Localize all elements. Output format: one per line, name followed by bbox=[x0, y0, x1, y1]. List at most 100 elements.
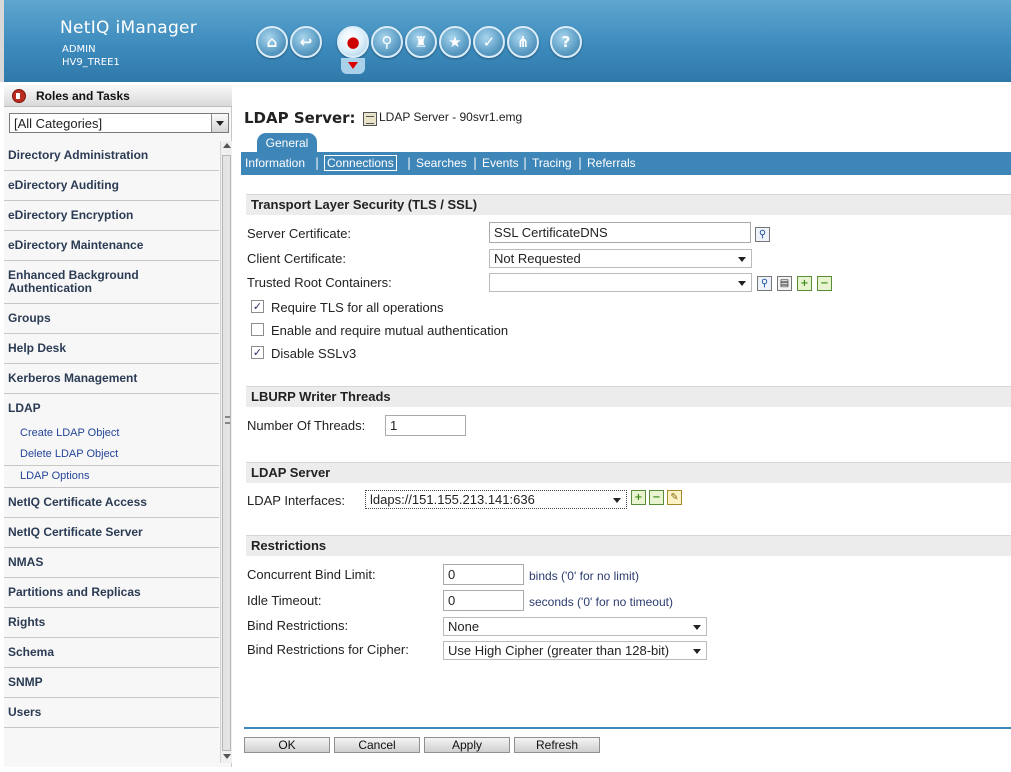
chevron-down-icon bbox=[738, 257, 746, 262]
subtab-connections[interactable]: Connections bbox=[324, 155, 397, 171]
subtab-searches[interactable]: Searches bbox=[416, 156, 467, 170]
ldap-server-icon bbox=[363, 112, 377, 126]
subtab-events[interactable]: Events bbox=[482, 156, 519, 170]
ldap-interfaces-select[interactable]: ldaps://151.155.213.141:636 bbox=[365, 490, 627, 509]
idle-timeout-field[interactable]: 0 bbox=[443, 590, 524, 611]
section-tls-heading: Transport Layer Security (TLS / SSL) bbox=[246, 194, 1011, 215]
refresh-button[interactable]: Refresh bbox=[514, 737, 600, 753]
browse-tree-icon[interactable]: ▤ bbox=[777, 276, 792, 291]
search-icon[interactable]: ⚲ bbox=[757, 276, 772, 291]
subtab-separator: | bbox=[578, 156, 583, 170]
disable-sslv3-checkbox[interactable]: ✓ bbox=[251, 346, 264, 359]
remove-icon[interactable]: − bbox=[817, 276, 832, 291]
section-restrictions-heading: Restrictions bbox=[246, 535, 1011, 556]
sidebar-scrollbar[interactable] bbox=[220, 141, 232, 763]
client-certificate-value: Not Requested bbox=[494, 251, 581, 266]
sidebar-item-partitions-and-replicas[interactable]: Partitions and Replicas bbox=[4, 578, 219, 608]
back-icon[interactable]: ↩ bbox=[290, 26, 322, 58]
mutual-auth-checkbox[interactable] bbox=[251, 323, 264, 336]
disable-sslv3-label: Disable SSLv3 bbox=[271, 346, 357, 361]
sidebar-item-groups[interactable]: Groups bbox=[4, 304, 219, 334]
remove-icon[interactable]: − bbox=[649, 490, 664, 505]
sidebar-subitem-delete-ldap-object[interactable]: Delete LDAP Object bbox=[4, 444, 219, 465]
tasks-icon[interactable]: ✓ bbox=[473, 26, 505, 58]
sidebar-item-schema[interactable]: Schema bbox=[4, 638, 219, 668]
object-name: LDAP Server - 90svr1.emg bbox=[379, 110, 523, 124]
subtab-separator: | bbox=[407, 156, 412, 170]
require-tls-label: Require TLS for all operations bbox=[271, 300, 444, 315]
header-bar: NetIQ iManager ADMIN HV9_TREE1 ⌂ ↩ ● ⚲ ♜… bbox=[0, 0, 1011, 82]
client-certificate-select[interactable]: Not Requested bbox=[489, 249, 752, 268]
sidebar-item-nmas[interactable]: NMAS bbox=[4, 548, 219, 578]
roles-header[interactable]: Roles and Tasks bbox=[4, 85, 232, 107]
scroll-up-icon[interactable] bbox=[223, 143, 231, 148]
search-icon[interactable]: ⚲ bbox=[755, 227, 770, 242]
scrollbar-thumb[interactable] bbox=[222, 155, 231, 751]
favorites-icon[interactable]: ★ bbox=[439, 26, 471, 58]
sidebar-item-help-desk[interactable]: Help Desk bbox=[4, 334, 219, 364]
left-panel: Roles and Tasks [All Categories] Directo… bbox=[4, 85, 232, 767]
cancel-button[interactable]: Cancel bbox=[334, 737, 420, 753]
bind-restrictions-label: Bind Restrictions: bbox=[247, 618, 349, 633]
subtab-separator: | bbox=[473, 156, 478, 170]
ldap-interfaces-value: ldaps://151.155.213.141:636 bbox=[370, 492, 535, 507]
add-icon[interactable]: + bbox=[797, 276, 812, 291]
client-certificate-label: Client Certificate: bbox=[247, 251, 346, 266]
sidebar-item-kerberos-management[interactable]: Kerberos Management bbox=[4, 364, 219, 394]
sidebar-item-enhanced-background-auth[interactable]: Enhanced Background Authentication bbox=[4, 261, 219, 304]
app-title: NetIQ iManager bbox=[60, 18, 198, 38]
bind-restrictions-select[interactable]: None bbox=[443, 617, 707, 636]
hierarchy-icon[interactable]: ⋔ bbox=[507, 26, 539, 58]
subtab-referrals[interactable]: Referrals bbox=[587, 156, 636, 170]
chevron-down-icon bbox=[693, 625, 701, 630]
add-icon[interactable]: + bbox=[631, 490, 646, 505]
sidebar-item-users[interactable]: Users bbox=[4, 698, 219, 728]
chevron-down-icon[interactable] bbox=[211, 114, 228, 132]
help-icon[interactable]: ? bbox=[550, 26, 582, 58]
trusted-root-label: Trusted Root Containers: bbox=[247, 275, 392, 290]
require-tls-checkbox[interactable]: ✓ bbox=[251, 300, 264, 313]
subtab-information[interactable]: Information bbox=[245, 156, 305, 170]
home-icon[interactable]: ⌂ bbox=[256, 26, 288, 58]
tree-name: HV9_TREE1 bbox=[62, 57, 120, 68]
tab-general[interactable]: General bbox=[257, 133, 317, 153]
sidebar-item-edirectory-maintenance[interactable]: eDirectory Maintenance bbox=[4, 231, 219, 261]
ok-button[interactable]: OK bbox=[244, 737, 330, 753]
subtab-separator: | bbox=[315, 156, 320, 170]
bind-limit-label: Concurrent Bind Limit: bbox=[247, 567, 376, 582]
edit-icon[interactable]: ✎ bbox=[667, 490, 682, 505]
threads-field[interactable]: 1 bbox=[385, 415, 466, 436]
bind-limit-field[interactable]: 0 bbox=[443, 564, 524, 585]
ldap-interfaces-label: LDAP Interfaces: bbox=[247, 493, 346, 508]
page-title: LDAP Server: bbox=[244, 109, 356, 127]
collapse-icon[interactable] bbox=[12, 89, 26, 103]
search-icon[interactable]: ⚲ bbox=[371, 26, 403, 58]
chevron-down-icon bbox=[738, 281, 746, 286]
server-certificate-field[interactable]: SSL CertificateDNS bbox=[489, 222, 751, 243]
sidebar-subitem-create-ldap-object[interactable]: Create LDAP Object bbox=[4, 423, 219, 444]
threads-label: Number Of Threads: bbox=[247, 418, 366, 433]
footer-divider bbox=[244, 727, 1011, 729]
imanager-window: NetIQ iManager ADMIN HV9_TREE1 ⌂ ↩ ● ⚲ ♜… bbox=[0, 0, 1011, 772]
sidebar-item-edirectory-auditing[interactable]: eDirectory Auditing bbox=[4, 171, 219, 201]
category-select[interactable]: [All Categories] bbox=[9, 113, 229, 133]
idle-timeout-label: Idle Timeout: bbox=[247, 593, 322, 608]
section-ldap-server-heading: LDAP Server bbox=[246, 462, 1011, 483]
sidebar-item-directory-administration[interactable]: Directory Administration bbox=[4, 141, 219, 171]
sidebar-item-edirectory-encryption[interactable]: eDirectory Encryption bbox=[4, 201, 219, 231]
sidebar-item-netiq-certificate-access[interactable]: NetIQ Certificate Access bbox=[4, 488, 219, 518]
sidebar-item-rights[interactable]: Rights bbox=[4, 608, 219, 638]
cipher-select[interactable]: Use High Cipher (greater than 128-bit) bbox=[443, 641, 707, 660]
roles-icon[interactable]: ● bbox=[337, 26, 369, 58]
trusted-root-select[interactable] bbox=[489, 273, 752, 292]
sidebar-subitem-ldap-options[interactable]: LDAP Options bbox=[4, 465, 219, 488]
apply-button[interactable]: Apply bbox=[424, 737, 510, 753]
sidebar-item-ldap[interactable]: LDAP bbox=[4, 394, 219, 423]
sidebar-item-snmp[interactable]: SNMP bbox=[4, 668, 219, 698]
tree-icon[interactable]: ♜ bbox=[405, 26, 437, 58]
subtab-separator: | bbox=[523, 156, 528, 170]
subtab-tracing[interactable]: Tracing bbox=[532, 156, 572, 170]
sidebar-item-netiq-certificate-server[interactable]: NetIQ Certificate Server bbox=[4, 518, 219, 548]
scroll-down-icon[interactable] bbox=[223, 754, 231, 759]
roles-title: Roles and Tasks bbox=[36, 89, 130, 103]
